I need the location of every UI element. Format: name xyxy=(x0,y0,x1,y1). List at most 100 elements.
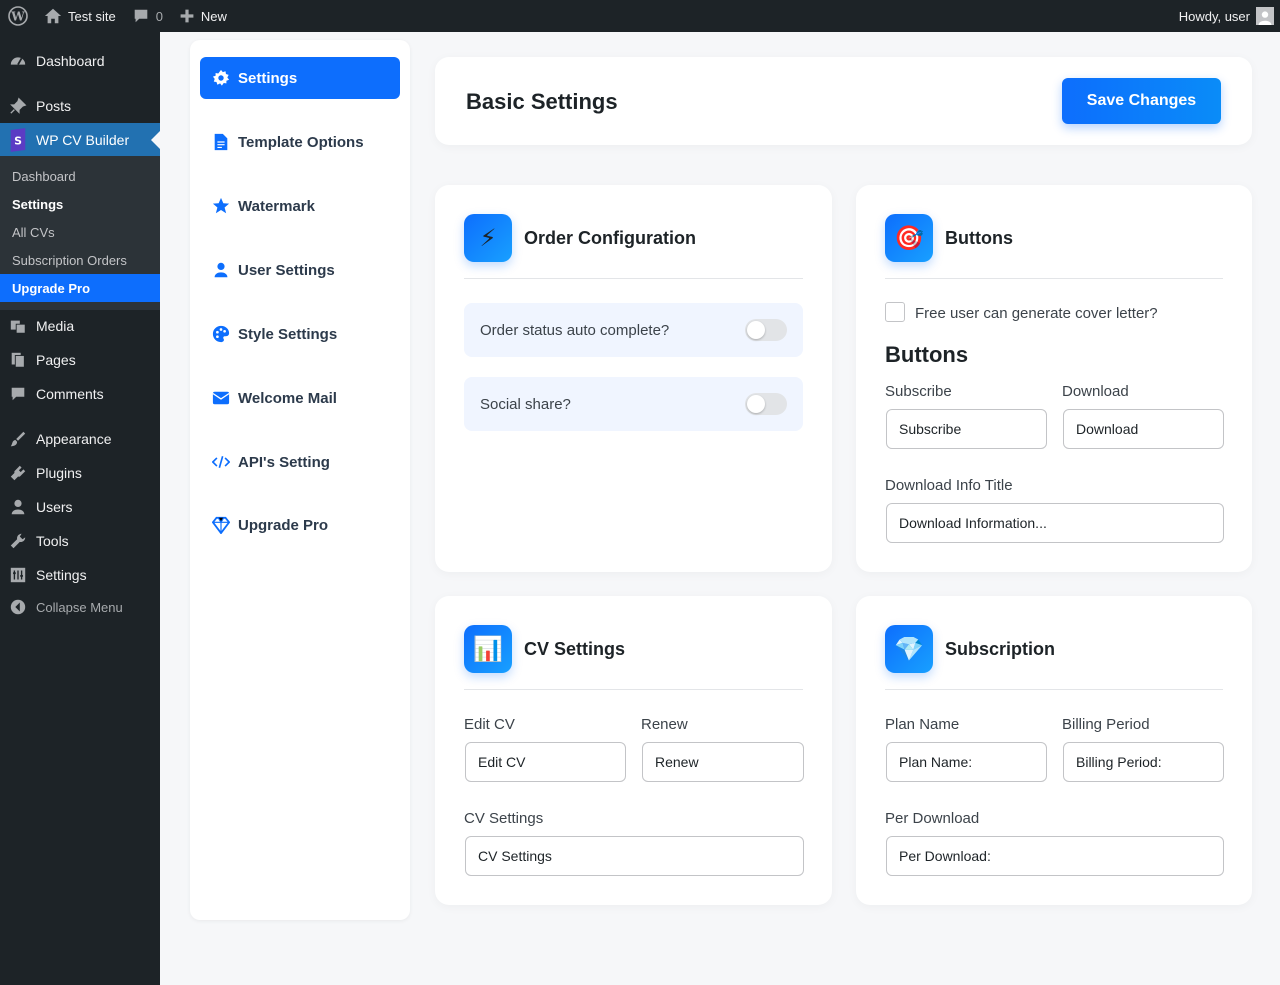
download-info-label: Download Info Title xyxy=(885,477,1013,494)
new-label: New xyxy=(200,8,227,24)
cv-settings-label: CV Settings xyxy=(464,810,544,827)
home-icon xyxy=(44,8,62,24)
nav-item-settings[interactable]: Settings xyxy=(200,57,400,99)
submenu-upgrade-pro[interactable]: Upgrade Pro xyxy=(0,274,160,302)
menu-item-plugins[interactable]: Plugins xyxy=(0,456,160,490)
edit-cv-label: Edit CV xyxy=(464,716,515,733)
nav-item-welcome-mail[interactable]: Welcome Mail xyxy=(200,377,400,419)
diamond-icon xyxy=(212,516,230,534)
user-icon xyxy=(8,497,28,517)
new-content-link[interactable]: New xyxy=(171,0,235,32)
menu-item-media[interactable]: Media xyxy=(0,309,160,343)
divider xyxy=(464,689,803,690)
cv-settings-card: 📊 CV Settings Edit CV Renew CV Settings xyxy=(435,596,832,905)
admin-menu: Dashboard Posts S WP CV Builder Dashboar… xyxy=(0,32,160,985)
billing-period-label: Billing Period xyxy=(1062,716,1150,733)
menu-label: Plugins xyxy=(36,465,82,481)
nav-item-upgrade-pro[interactable]: Upgrade Pro xyxy=(200,504,400,546)
submenu-subscription-orders[interactable]: Subscription Orders xyxy=(0,246,160,274)
wordpress-logo-icon[interactable]: W xyxy=(0,0,36,32)
cv-builder-logo-icon: S xyxy=(8,128,28,152)
divider xyxy=(885,689,1223,690)
gear-icon xyxy=(212,69,230,87)
menu-item-settings[interactable]: Settings xyxy=(0,558,160,592)
auto-complete-toggle[interactable] xyxy=(745,319,787,341)
subscribe-label: Subscribe xyxy=(885,383,952,400)
nav-item-style-settings[interactable]: Style Settings xyxy=(200,313,400,355)
section-title: Buttons xyxy=(945,228,1013,248)
nav-item-template-options[interactable]: Template Options xyxy=(200,121,400,163)
edit-cv-input[interactable] xyxy=(465,742,626,782)
menu-item-dashboard[interactable]: Dashboard xyxy=(0,44,160,78)
menu-item-appearance[interactable]: Appearance xyxy=(0,422,160,456)
user-icon xyxy=(212,261,230,279)
nav-item-apis-setting[interactable]: API's Setting xyxy=(200,441,400,483)
cover-letter-checkbox[interactable] xyxy=(885,302,905,322)
media-icon xyxy=(8,316,28,336)
menu-label: Dashboard xyxy=(36,53,105,69)
target-icon: 🎯 xyxy=(885,214,933,262)
site-name-link[interactable]: Test site xyxy=(36,0,124,32)
plug-icon xyxy=(8,463,28,483)
section-title: Subscription xyxy=(945,639,1056,659)
billing-period-input[interactable] xyxy=(1063,742,1224,782)
plan-name-label: Plan Name xyxy=(885,716,960,733)
menu-label: Posts xyxy=(36,98,72,114)
download-info-input[interactable] xyxy=(886,503,1224,543)
document-icon xyxy=(212,133,230,151)
envelope-icon xyxy=(212,389,230,407)
buttons-card: 🎯 Buttons Free user can generate cover l… xyxy=(856,185,1252,572)
nav-item-watermark[interactable]: Watermark xyxy=(200,185,400,227)
paintbrush-icon xyxy=(8,429,28,449)
menu-item-comments[interactable]: Comments xyxy=(0,377,160,411)
renew-input[interactable] xyxy=(642,742,804,782)
menu-label: Comments xyxy=(36,386,104,402)
nav-label: Settings xyxy=(238,69,298,87)
section-title: CV Settings xyxy=(524,639,626,659)
menu-label: Settings xyxy=(36,567,87,583)
renew-label: Renew xyxy=(641,716,688,733)
bar-chart-icon: 📊 xyxy=(464,625,512,673)
menu-label: Appearance xyxy=(36,431,112,447)
star-icon xyxy=(212,197,230,215)
nav-item-user-settings[interactable]: User Settings xyxy=(200,249,400,291)
cv-builder-submenu: Dashboard Settings All CVs Subscription … xyxy=(0,156,160,310)
wrench-icon xyxy=(8,531,28,551)
submenu-settings[interactable]: Settings xyxy=(0,190,160,218)
avatar xyxy=(1256,7,1274,25)
pages-icon xyxy=(8,350,28,370)
howdy-text: Howdy, user xyxy=(1178,8,1250,24)
settings-sliders-icon xyxy=(8,565,28,585)
plan-name-input[interactable] xyxy=(886,742,1047,782)
comments-link[interactable]: 0 xyxy=(124,0,171,32)
download-input[interactable] xyxy=(1063,409,1224,449)
page-title: Basic Settings xyxy=(466,89,618,114)
menu-item-posts[interactable]: Posts xyxy=(0,89,160,123)
order-configuration-card: ⚡ Order Configuration Order status auto … xyxy=(435,185,832,572)
collapse-menu-button[interactable]: Collapse Menu xyxy=(0,590,160,624)
save-changes-button[interactable]: Save Changes xyxy=(1062,78,1221,124)
nav-label: User Settings xyxy=(238,261,335,279)
menu-item-users[interactable]: Users xyxy=(0,490,160,524)
toggle-label: Social share? xyxy=(480,395,571,413)
auto-complete-row: Order status auto complete? xyxy=(464,303,803,357)
cv-settings-input[interactable] xyxy=(465,836,804,876)
submenu-all-cvs[interactable]: All CVs xyxy=(0,218,160,246)
submenu-dashboard[interactable]: Dashboard xyxy=(0,162,160,190)
menu-label: Tools xyxy=(36,533,69,549)
per-download-label: Per Download xyxy=(885,810,980,827)
menu-item-tools[interactable]: Tools xyxy=(0,524,160,558)
subscribe-input[interactable] xyxy=(886,409,1047,449)
menu-item-pages[interactable]: Pages xyxy=(0,343,160,377)
menu-item-wp-cv-builder[interactable]: S WP CV Builder xyxy=(0,123,160,157)
download-label: Download xyxy=(1062,383,1129,400)
social-share-toggle[interactable] xyxy=(745,393,787,415)
cover-letter-label: Free user can generate cover letter? xyxy=(915,305,1158,322)
settings-nav: Settings Template Options Watermark User… xyxy=(190,40,410,920)
subscription-card: 💎 Subscription Plan Name Billing Period … xyxy=(856,596,1252,905)
per-download-input[interactable] xyxy=(886,836,1224,876)
account-menu[interactable]: Howdy, user xyxy=(1171,0,1280,32)
comment-count: 0 xyxy=(155,8,163,24)
section-title: Order Configuration xyxy=(524,228,696,248)
admin-bar: W Test site 0 New Howdy, user xyxy=(0,0,1280,32)
